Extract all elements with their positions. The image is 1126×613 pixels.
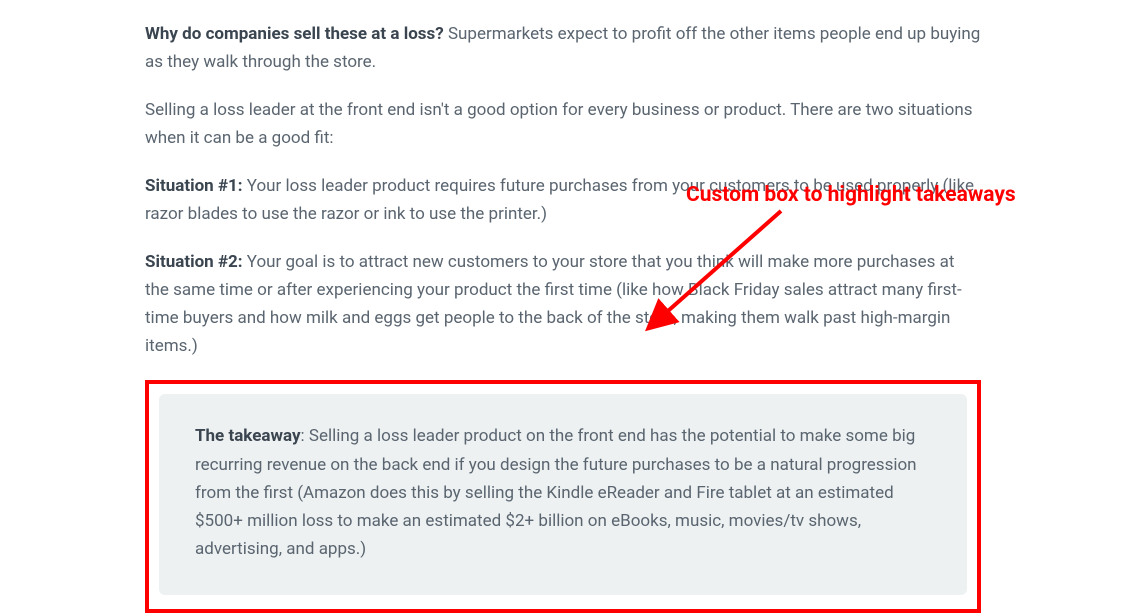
takeaway-box: The takeaway: Selling a loss leader prod… [159, 394, 967, 594]
paragraph-intro: Selling a loss leader at the front end i… [145, 96, 981, 152]
article-content: Why do companies sell these at a loss? S… [0, 0, 1126, 613]
bold-lead-why: Why do companies sell these at a loss? [145, 24, 444, 44]
takeaway-label: The takeaway [195, 426, 301, 446]
paragraph-situation-2: Situation #2: Your goal is to attract ne… [145, 248, 981, 360]
takeaway-body: : Selling a loss leader product on the f… [195, 426, 917, 558]
paragraph-why: Why do companies sell these at a loss? S… [145, 20, 981, 76]
bold-lead-sit1: Situation #1: [145, 176, 243, 196]
takeaway-highlight-border: The takeaway: Selling a loss leader prod… [145, 380, 981, 612]
body-sit2: Your goal is to attract new customers to… [145, 252, 962, 356]
annotation-label: Custom box to highlight takeaways [686, 178, 1016, 213]
takeaway-text: The takeaway: Selling a loss leader prod… [195, 422, 931, 562]
bold-lead-sit2: Situation #2: [145, 252, 243, 272]
